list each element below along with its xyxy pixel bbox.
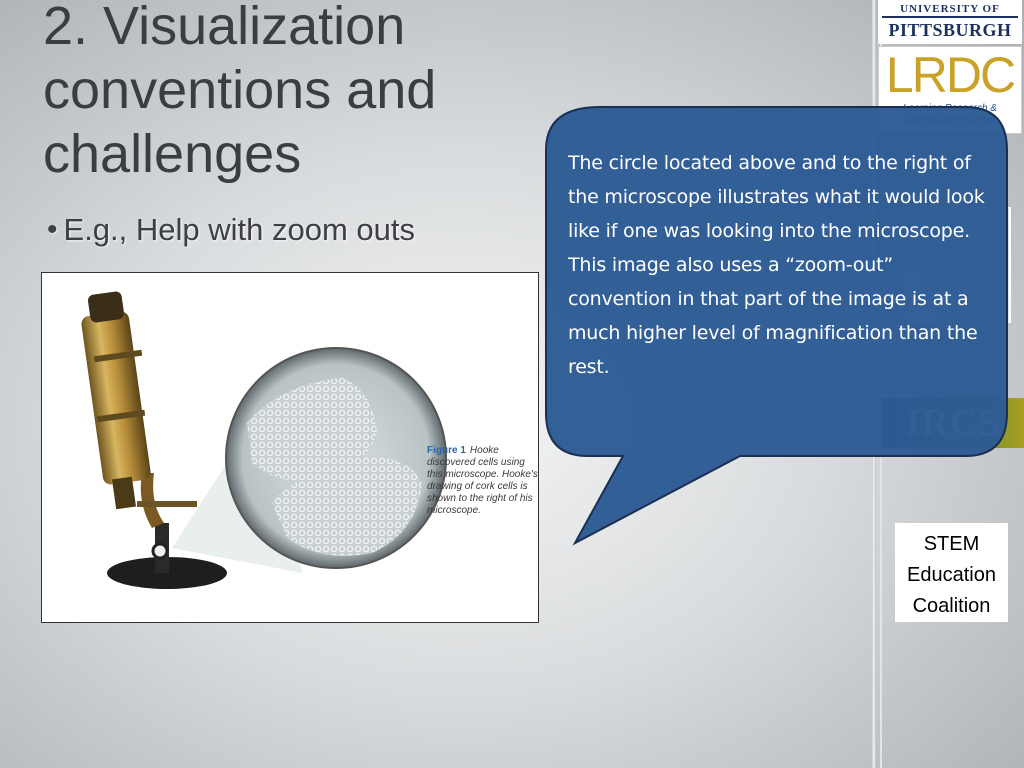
bullet-text: E.g., Help with zoom outs <box>63 212 416 247</box>
stem-line2: Education <box>907 564 996 586</box>
figure-caption: Figure 1 Hooke discovered cells using thi… <box>427 445 538 517</box>
bullet-item: • E.g., Help with zoom outs <box>47 212 415 248</box>
divider-line <box>872 0 876 768</box>
bullet-dot-icon: • <box>47 213 58 246</box>
ircs-logo-text: IRCS <box>905 402 1001 444</box>
lrdc-logo: LRDC Learning Research & Development Cen… <box>878 46 1022 134</box>
stem-line1: STEM <box>923 533 980 555</box>
stem-line3: Coalition <box>912 595 991 617</box>
lrdc-logo-sub2: Development Center <box>904 114 996 125</box>
lrdc-logo-text: LRDC <box>885 47 1016 103</box>
callout-paragraph-2: This image also uses a “zoom-out” conven… <box>568 254 978 378</box>
ircs-logo: IRCS <box>882 398 1024 448</box>
slide-title: 2. Visualization conventions and challen… <box>43 0 437 184</box>
pitt-logo: UNIVERSITY OF PITTSBURGH <box>878 0 1022 44</box>
pitt-logo-line2: PITTSBURGH <box>888 20 1012 40</box>
microscope-figure: Figure 1 Hooke discovered cells using thi… <box>41 272 539 623</box>
stem-education-coalition-box: STEM Education Coalition <box>895 523 1008 622</box>
pitt-logo-line1: UNIVERSITY OF <box>882 2 1018 18</box>
lrdc-logo-sub1: Learning Research & <box>903 103 997 114</box>
caption-label: Figure 1 <box>427 445 466 456</box>
callout-paragraph-1: The circle located above and to the righ… <box>568 152 985 242</box>
callout-text: The circle located above and to the righ… <box>568 146 998 384</box>
